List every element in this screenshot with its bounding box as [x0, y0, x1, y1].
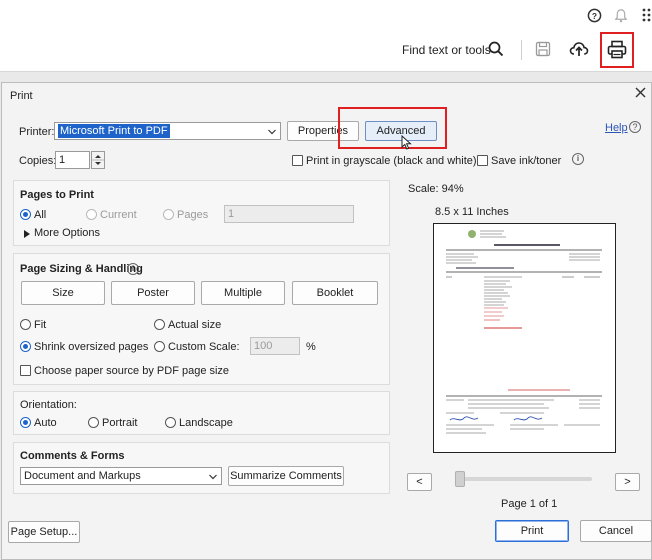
- shrink-oversized-label: Shrink oversized pages: [34, 341, 149, 353]
- comments-forms-title: Comments & Forms: [20, 450, 125, 462]
- main-toolbar: Find text or tools: [0, 30, 652, 72]
- dialog-title: Print: [10, 90, 33, 102]
- fit-label: Fit: [34, 319, 47, 331]
- multiple-tab[interactable]: Multiple: [201, 281, 285, 305]
- bell-icon[interactable]: [613, 7, 629, 23]
- cancel-button[interactable]: Cancel: [580, 520, 652, 542]
- chevron-down-icon: [208, 471, 218, 481]
- grayscale-checkbox[interactable]: [292, 155, 303, 166]
- page-sizing-title: Page Sizing & Handling: [20, 263, 143, 275]
- page-preview: [433, 223, 616, 453]
- print-button[interactable]: Print: [495, 520, 569, 542]
- paper-size-label: 8.5 x 11 Inches: [435, 206, 509, 218]
- landscape-label: Landscape: [179, 417, 233, 429]
- page-slider-thumb[interactable]: [455, 471, 465, 487]
- printer-selected-value: Microsoft Print to PDF: [58, 124, 170, 138]
- printer-select[interactable]: Microsoft Print to PDF: [54, 122, 281, 140]
- save-icon[interactable]: [534, 40, 554, 60]
- custom-scale-label: Custom Scale:: [168, 341, 240, 353]
- shrink-oversized-radio[interactable]: [20, 341, 31, 352]
- search-icon[interactable]: [488, 41, 504, 60]
- comments-selected-value: Document and Markups: [24, 470, 141, 482]
- summarize-comments-button[interactable]: Summarize Comments: [228, 466, 344, 486]
- find-text-tools-label[interactable]: Find text or tools: [402, 43, 491, 57]
- page-setup-button[interactable]: Page Setup...: [8, 521, 80, 543]
- all-pages-radio[interactable]: [20, 209, 31, 220]
- portrait-label: Portrait: [102, 417, 138, 429]
- save-ink-label: Save ink/toner: [491, 155, 562, 167]
- preview-document-content: [446, 230, 602, 434]
- custom-scale-input[interactable]: 100: [250, 337, 300, 355]
- info-icon[interactable]: i: [572, 153, 584, 165]
- current-page-radio[interactable]: [86, 209, 97, 220]
- orientation-title: Orientation:: [20, 399, 77, 411]
- triangle-right-icon[interactable]: [24, 229, 30, 241]
- landscape-radio[interactable]: [165, 417, 176, 428]
- paper-source-label: Choose paper source by PDF page size: [34, 365, 230, 377]
- chevron-down-icon: [267, 126, 277, 136]
- auto-orientation-radio[interactable]: [20, 417, 31, 428]
- page-sizing-panel: Page Sizing & Handling i Size Poster Mul…: [13, 253, 390, 385]
- info-icon[interactable]: i: [127, 263, 139, 275]
- cursor-icon: [401, 134, 412, 153]
- auto-orientation-label: Auto: [34, 417, 57, 429]
- print-button-highlight: [600, 32, 634, 68]
- fit-radio[interactable]: [20, 319, 31, 330]
- actual-size-radio[interactable]: [154, 319, 165, 330]
- actual-size-label: Actual size: [168, 319, 222, 331]
- percent-label: %: [306, 341, 316, 353]
- help-circle-icon[interactable]: ?: [586, 7, 602, 23]
- booklet-tab[interactable]: Booklet: [292, 281, 378, 305]
- save-ink-checkbox[interactable]: [477, 155, 488, 166]
- apps-grid-icon[interactable]: [640, 7, 652, 23]
- orientation-panel: Orientation: Auto Portrait Landscape: [13, 391, 390, 435]
- next-page-button[interactable]: >: [615, 473, 640, 491]
- page-info-label: Page 1 of 1: [501, 498, 558, 510]
- pages-range-label: Pages: [177, 209, 209, 221]
- all-pages-label: All: [34, 209, 47, 221]
- current-page-label: Current: [100, 209, 137, 221]
- comments-forms-panel: Comments & Forms Document and Markups Su…: [13, 442, 390, 494]
- advanced-highlight: [338, 107, 447, 149]
- pages-range-radio[interactable]: [163, 209, 174, 220]
- printer-label: Printer:: [19, 126, 55, 138]
- print-dialog: Print Printer: Microsoft Print to PDF Pr…: [1, 82, 652, 560]
- close-icon[interactable]: [633, 86, 647, 102]
- portrait-radio[interactable]: [88, 417, 99, 428]
- copies-label: Copies:: [19, 155, 57, 167]
- pages-range-input[interactable]: 1: [224, 205, 354, 223]
- paper-source-checkbox[interactable]: [20, 365, 31, 376]
- previous-page-button[interactable]: <: [407, 473, 432, 491]
- help-link[interactable]: Help: [605, 122, 628, 134]
- copies-stepper[interactable]: [91, 151, 105, 169]
- pages-to-print-panel: Pages to Print All Current Pages 1 More …: [13, 180, 390, 246]
- question-circle-icon[interactable]: ?: [629, 121, 641, 133]
- scale-label: Scale: 94%: [408, 183, 464, 195]
- toolbar-divider: [521, 40, 522, 60]
- page-slider-track[interactable]: [460, 477, 592, 481]
- cloud-upload-icon[interactable]: [569, 40, 589, 60]
- comments-select[interactable]: Document and Markups: [20, 467, 222, 485]
- grayscale-label: Print in grayscale (black and white): [306, 155, 477, 167]
- copies-input[interactable]: 1: [55, 151, 90, 169]
- more-options-toggle[interactable]: More Options: [34, 227, 100, 239]
- svg-text:?: ?: [591, 10, 596, 20]
- size-tab[interactable]: Size: [21, 281, 105, 305]
- app-top-bar: ?: [0, 0, 652, 30]
- custom-scale-radio[interactable]: [154, 341, 165, 352]
- pages-to-print-title: Pages to Print: [20, 189, 94, 201]
- poster-tab[interactable]: Poster: [111, 281, 195, 305]
